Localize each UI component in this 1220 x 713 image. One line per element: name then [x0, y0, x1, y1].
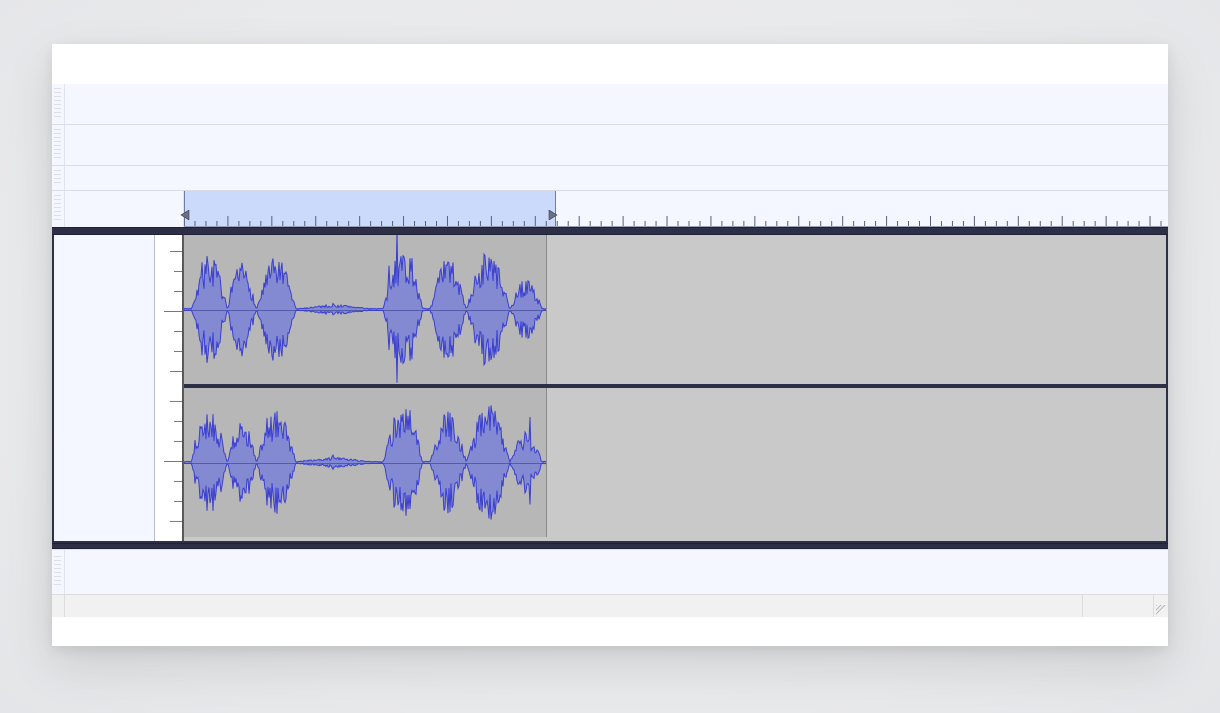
panel-strip-bottom — [52, 549, 1168, 594]
timeline-ruler[interactable] — [52, 190, 1168, 227]
track-control-panel[interactable] — [54, 235, 155, 541]
frame-separator — [52, 227, 1168, 235]
dock-grip-icon[interactable] — [52, 191, 65, 227]
audio-clip[interactable] — [184, 388, 547, 537]
status-bar — [52, 594, 1168, 617]
toolbar-area — [52, 44, 1168, 84]
resize-grip-icon[interactable] — [1153, 595, 1168, 617]
panel-strip-3 — [52, 165, 1168, 190]
dock-grip-icon[interactable] — [52, 84, 65, 124]
channel-right[interactable] — [184, 388, 1166, 537]
dock-grip-icon[interactable] — [52, 550, 65, 594]
ruler-ticks[interactable] — [184, 191, 1168, 227]
audio-editor-window — [52, 44, 1168, 646]
panel-strip-1 — [52, 84, 1168, 124]
audio-clip[interactable] — [184, 235, 547, 384]
status-message — [65, 595, 1082, 617]
channel-left[interactable] — [184, 235, 1166, 384]
dock-grip-icon[interactable] — [52, 166, 65, 190]
waveform-viewport[interactable] — [184, 235, 1166, 541]
track-area[interactable] — [52, 235, 1168, 543]
panel-strip-2 — [52, 124, 1168, 165]
dock-grip-icon[interactable] — [52, 125, 65, 165]
amplitude-scale — [155, 235, 184, 541]
